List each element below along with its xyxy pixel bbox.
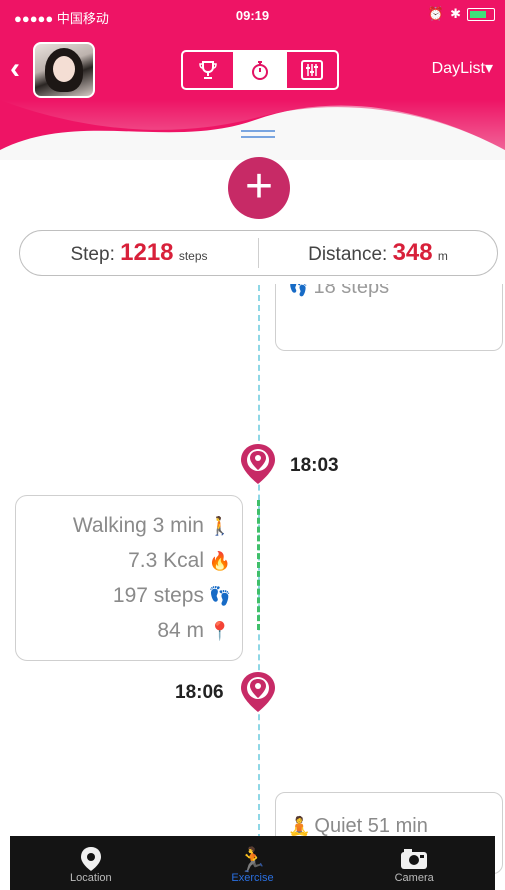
avatar[interactable] xyxy=(33,42,95,98)
nav-exercise[interactable]: 🏃 Exercise xyxy=(172,836,334,890)
flame-icon: 🔥 xyxy=(208,550,232,571)
summary-bar: Step: 1218 steps Distance: 348 m xyxy=(19,230,498,276)
distance-value: 348 xyxy=(392,239,433,266)
status-bar: ●●●●● 中国移动 09:19 ⏰ ✱ xyxy=(0,0,505,28)
top-card-text: 18 steps xyxy=(313,276,390,298)
route-pin-icon: 📍 xyxy=(208,620,232,641)
nav-location-label: Location xyxy=(70,872,112,884)
location-pin-icon xyxy=(241,444,275,484)
bottom-nav: Location 🏃 Exercise Camera xyxy=(10,836,495,890)
location-pin-icon xyxy=(80,847,101,871)
walking-icon: 🚶 xyxy=(208,515,232,536)
runner-icon: 🏃 xyxy=(237,847,268,874)
stopwatch-tab[interactable] xyxy=(233,52,285,88)
battery-icon xyxy=(467,7,495,21)
step-label: Step: xyxy=(70,244,115,265)
alarm-icon: ⏰ xyxy=(427,6,445,21)
nav-exercise-label: Exercise xyxy=(231,872,274,884)
equalizer-tab[interactable] xyxy=(285,52,337,88)
step-value: 1218 xyxy=(120,239,174,266)
footprints-icon: 👣 xyxy=(288,280,308,297)
timeline-time-1: 18:03 xyxy=(290,455,339,476)
distance-summary: Distance: 348 m xyxy=(259,239,497,267)
walk-distance: 84 m xyxy=(157,619,204,642)
quiet-duration: Quiet 51 min xyxy=(314,815,428,837)
walk-steps: 197 steps xyxy=(112,584,204,607)
timeline-walk-segment xyxy=(257,500,260,630)
nav-camera[interactable]: Camera xyxy=(333,836,495,890)
daylist-dropdown[interactable]: DayList▾ xyxy=(432,58,493,78)
step-summary: Step: 1218 steps xyxy=(20,239,258,267)
equalizer-icon xyxy=(301,60,323,80)
mode-segmented-control xyxy=(181,50,339,90)
back-button[interactable]: ‹ xyxy=(10,52,20,86)
footprints-icon: 👣 xyxy=(208,585,232,606)
quiet-row: 🧘 Quiet 51 min xyxy=(288,815,428,838)
stopwatch-icon xyxy=(252,61,268,80)
distance-label: Distance: xyxy=(308,244,388,265)
nav-location[interactable]: Location xyxy=(10,836,172,890)
activity-card-steps[interactable]: 👣 18 steps xyxy=(275,284,503,351)
location-pin-icon xyxy=(241,672,275,712)
add-button[interactable]: + xyxy=(228,157,290,219)
trophy-icon xyxy=(199,61,217,79)
distance-unit: m xyxy=(437,249,448,263)
meditation-icon: 🧘 xyxy=(288,816,311,836)
walking-activity-card[interactable]: Walking 3 min 🚶 7.3 Kcal 🔥 197 steps 👣 8… xyxy=(15,495,243,661)
drag-handle[interactable] xyxy=(241,130,275,138)
step-unit: steps xyxy=(178,249,208,263)
walk-duration: Walking 3 min xyxy=(72,514,204,537)
status-icons: ⏰ ✱ xyxy=(428,6,495,22)
nav-camera-label: Camera xyxy=(394,872,434,884)
trophy-tab[interactable] xyxy=(183,52,233,88)
bluetooth-icon: ✱ xyxy=(450,6,461,21)
walk-kcal: 7.3 Kcal xyxy=(128,549,204,572)
camera-icon xyxy=(401,849,428,869)
timeline-time-2: 18:06 xyxy=(175,682,224,703)
steps-partial-row: 👣 18 steps xyxy=(288,276,390,299)
